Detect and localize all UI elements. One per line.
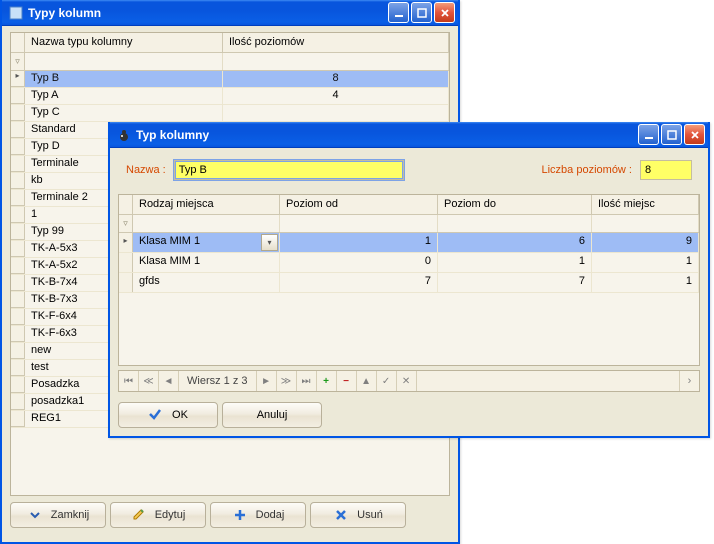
check-icon xyxy=(148,407,162,424)
edit-button[interactable]: Edytuj xyxy=(110,502,206,528)
x-icon xyxy=(333,507,349,523)
table-row[interactable]: Klasa MIM 1▾169 xyxy=(119,233,699,253)
nav-down-button[interactable]: ✓ xyxy=(377,371,397,391)
cell-levels xyxy=(223,105,449,121)
cell-from: 1 xyxy=(280,233,438,252)
cell-count: 1 xyxy=(592,253,699,272)
col-from[interactable]: Poziom od xyxy=(280,195,438,214)
close-label: Zamknij xyxy=(51,509,90,521)
nav-prev-button[interactable]: ◄ xyxy=(159,371,179,391)
filter-levels[interactable] xyxy=(223,53,449,70)
levels-label: Liczba poziomów : xyxy=(542,164,633,176)
dialog-icon xyxy=(116,127,132,143)
cell-to: 6 xyxy=(438,233,592,252)
cell-count: 9 xyxy=(592,233,699,252)
dialog-maximize-button[interactable] xyxy=(661,124,682,145)
name-input[interactable] xyxy=(174,160,404,180)
table-row[interactable]: Klasa MIM 1011 xyxy=(119,253,699,273)
cell-levels: 8 xyxy=(223,71,449,87)
filter-name[interactable] xyxy=(25,53,223,70)
cell-name: Typ C xyxy=(25,105,223,121)
dlg-row-header-corner xyxy=(119,195,133,214)
filter-icon[interactable]: ▿ xyxy=(11,53,25,70)
dlg-filter-from[interactable] xyxy=(280,215,438,232)
plus-icon xyxy=(232,507,248,523)
cancel-label: Anuluj xyxy=(257,409,288,421)
ok-button[interactable]: OK xyxy=(118,402,218,428)
col-to[interactable]: Poziom do xyxy=(438,195,592,214)
parent-title: Typy kolumn xyxy=(28,6,101,20)
edit-icon xyxy=(131,507,147,523)
close-button[interactable] xyxy=(434,2,455,23)
cell-place: Klasa MIM 1▾ xyxy=(133,233,280,252)
levels-input[interactable] xyxy=(640,160,692,180)
ok-label: OK xyxy=(172,409,188,421)
dialog-minimize-button[interactable] xyxy=(638,124,659,145)
nav-nextpage-button[interactable]: ≫ xyxy=(277,371,297,391)
nav-last-button[interactable]: ⏭ xyxy=(297,371,317,391)
cell-place: gfds xyxy=(133,273,280,292)
close-main-button[interactable]: Zamknij xyxy=(10,502,106,528)
name-label: Nazwa : xyxy=(126,164,166,176)
dlg-filter-place[interactable] xyxy=(133,215,280,232)
cell-place: Klasa MIM 1 xyxy=(133,253,280,272)
dropdown-icon[interactable]: ▾ xyxy=(261,234,278,251)
add-label: Dodaj xyxy=(256,509,285,521)
nav-cancel-button[interactable]: ✕ xyxy=(397,371,417,391)
col-levels[interactable]: Ilość poziomów xyxy=(223,33,449,52)
cell-from: 7 xyxy=(280,273,438,292)
row-header-corner xyxy=(11,33,25,52)
cancel-button[interactable]: Anuluj xyxy=(222,402,322,428)
dlg-filter-count[interactable] xyxy=(592,215,699,232)
parent-titlebar[interactable]: Typy kolumn xyxy=(2,0,458,26)
nav-next-button[interactable]: ► xyxy=(257,371,277,391)
add-button[interactable]: Dodaj xyxy=(210,502,306,528)
cell-levels: 4 xyxy=(223,88,449,104)
chevron-down-icon xyxy=(27,507,43,523)
dialog-title: Typ kolumny xyxy=(136,128,209,142)
cell-name: Typ A xyxy=(25,88,223,104)
places-grid[interactable]: Rodzaj miejsca Poziom od Poziom do Ilość… xyxy=(118,194,700,366)
app-icon xyxy=(8,5,24,21)
dlg-filter-to[interactable] xyxy=(438,215,592,232)
table-row[interactable]: gfds771 xyxy=(119,273,699,293)
col-place[interactable]: Rodzaj miejsca xyxy=(133,195,280,214)
nav-scroll-right[interactable]: › xyxy=(679,371,699,391)
cell-from: 0 xyxy=(280,253,438,272)
col-name[interactable]: Nazwa typu kolumny xyxy=(25,33,223,52)
nav-prevpage-button[interactable]: ≪ xyxy=(139,371,159,391)
edit-label: Edytuj xyxy=(155,509,186,521)
cell-to: 1 xyxy=(438,253,592,272)
nav-add-button[interactable]: + xyxy=(317,371,337,391)
minimize-button[interactable] xyxy=(388,2,409,23)
maximize-button[interactable] xyxy=(411,2,432,23)
delete-button[interactable]: Usuń xyxy=(310,502,406,528)
delete-label: Usuń xyxy=(357,509,383,521)
dialog-close-button[interactable] xyxy=(684,124,705,145)
col-count[interactable]: Ilość miejsc xyxy=(592,195,699,214)
nav-remove-button[interactable]: − xyxy=(337,371,357,391)
cell-to: 7 xyxy=(438,273,592,292)
cell-count: 1 xyxy=(592,273,699,292)
table-row[interactable]: Typ B8 xyxy=(11,71,449,88)
navigator-bar: ⏮ ≪ ◄ Wiersz 1 z 3 ► ≫ ⏭ + − ▲ ✓ ✕ › xyxy=(118,370,700,392)
cell-name: Typ B xyxy=(25,71,223,87)
dlg-filter-icon[interactable]: ▿ xyxy=(119,215,133,232)
nav-position-text: Wiersz 1 z 3 xyxy=(179,371,257,391)
dialog-titlebar[interactable]: Typ kolumny xyxy=(110,122,708,148)
nav-first-button[interactable]: ⏮ xyxy=(119,371,139,391)
table-row[interactable]: Typ A4 xyxy=(11,88,449,105)
table-row[interactable]: Typ C xyxy=(11,105,449,122)
nav-up-button[interactable]: ▲ xyxy=(357,371,377,391)
